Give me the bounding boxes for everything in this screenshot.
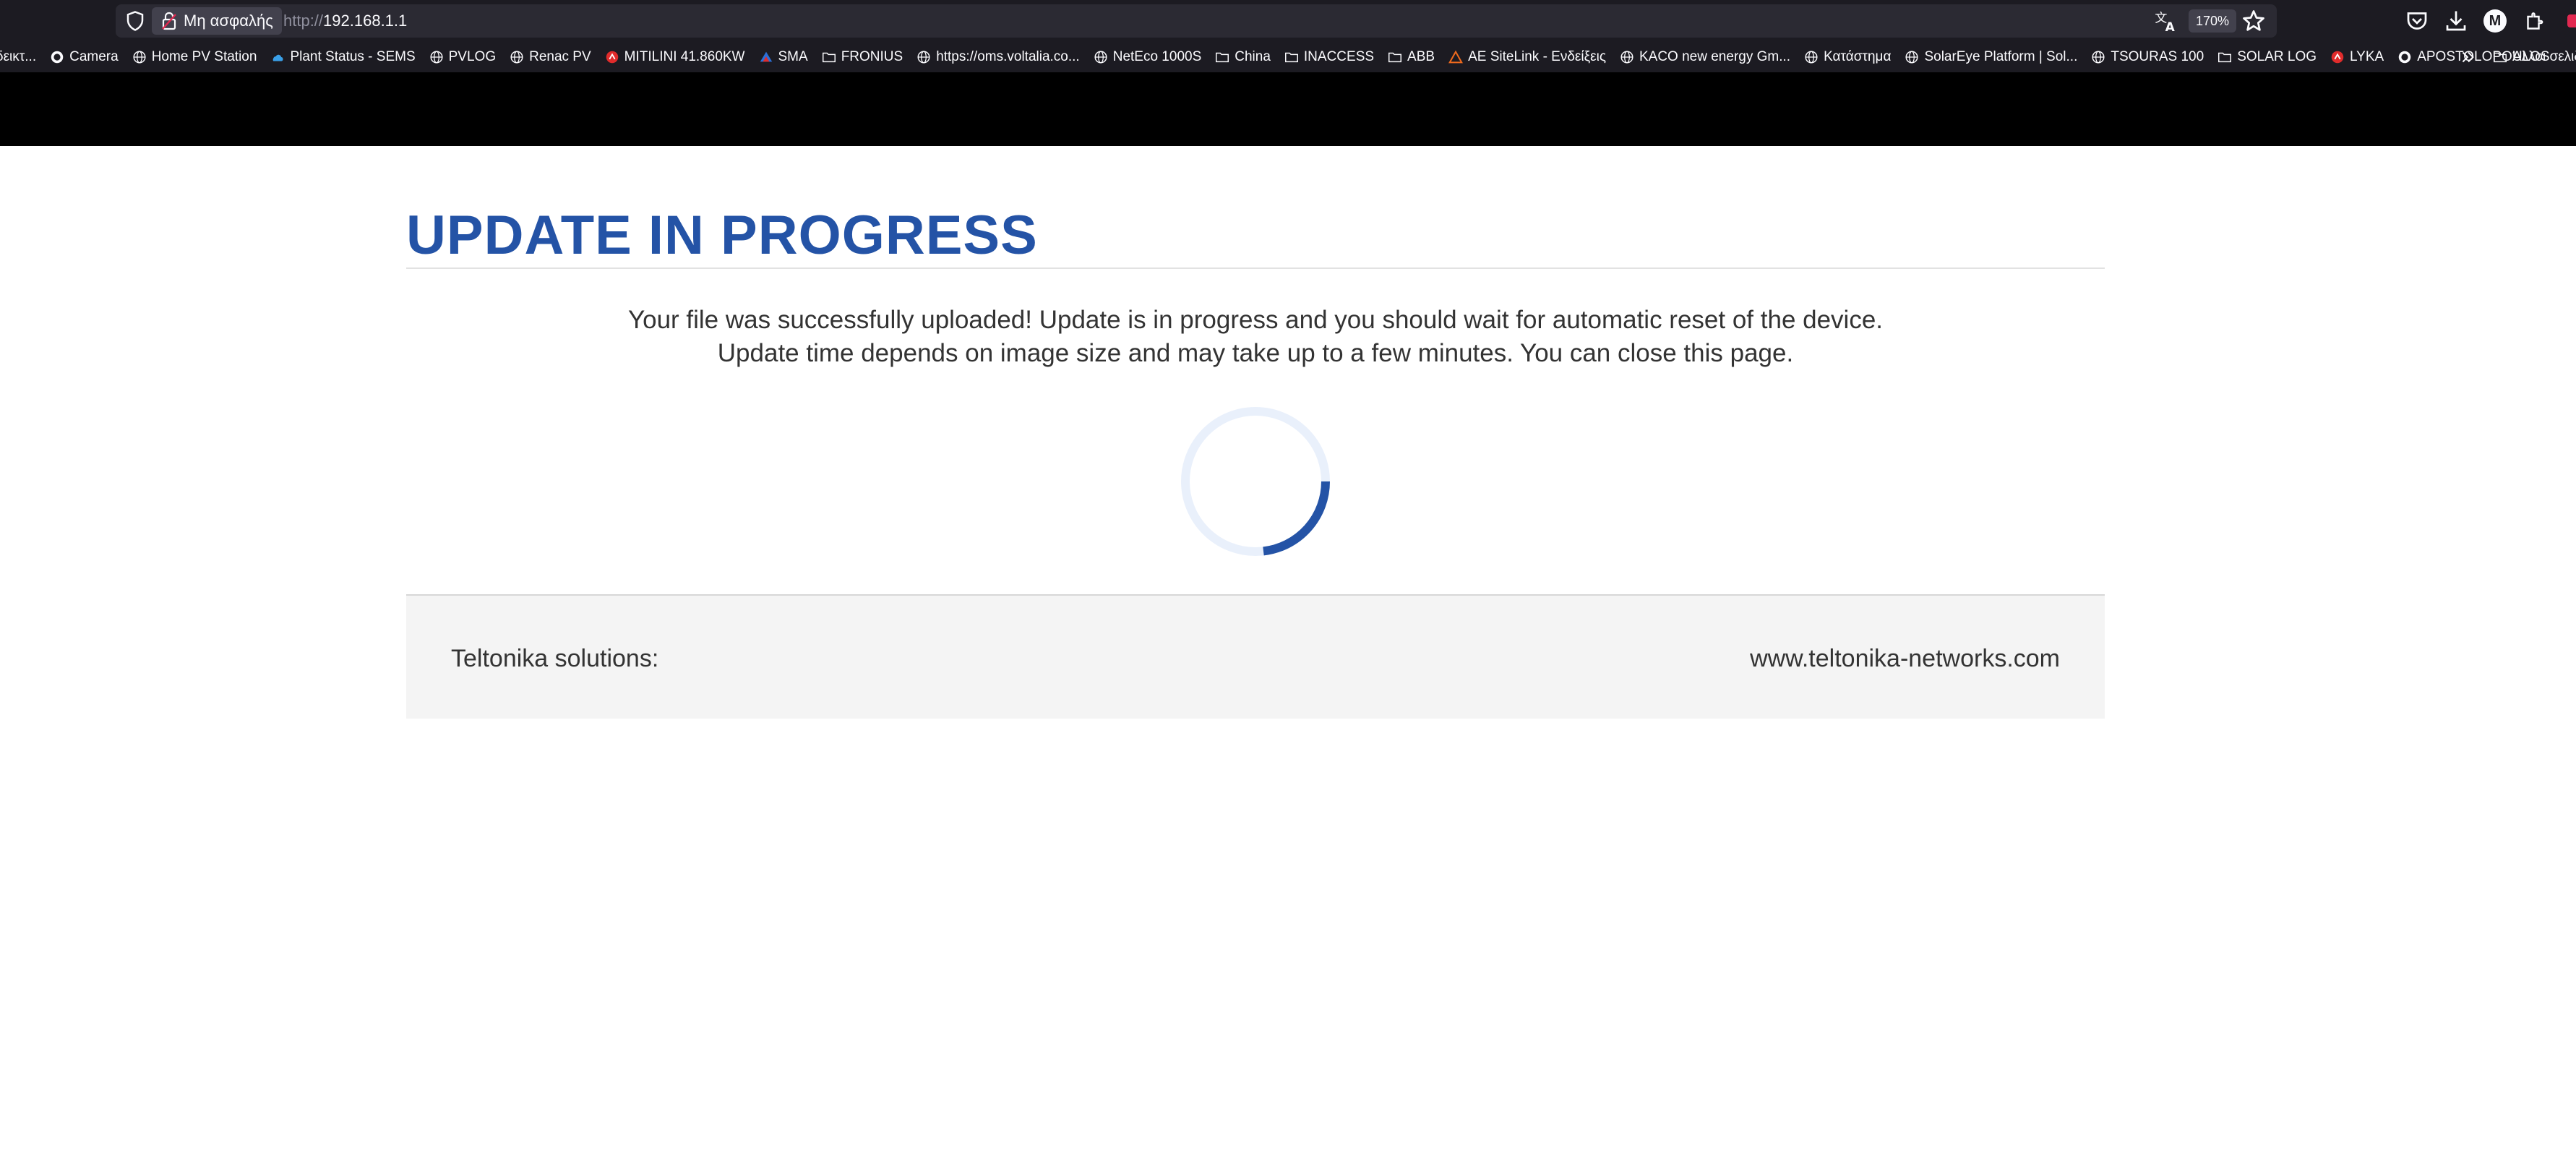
browser-chrome: Μη ασφαλής http://192.168.1.1 文 A 170% M… (0, 0, 2576, 72)
bookmark-item[interactable]: Renac PV (509, 42, 591, 72)
bookmark-item[interactable]: Camera (49, 42, 119, 72)
bookmark-label: FRONIUS (841, 49, 903, 64)
bookmark-label: ABB (1407, 49, 1435, 64)
bookmark-item[interactable]: PVLOG (429, 42, 496, 72)
bookmark-item[interactable]: KACO new energy Gm... (1619, 42, 1790, 72)
bookmark-label: MITILINI 41.860KW (624, 49, 745, 64)
bookmark-label: SOLAR LOG (2237, 49, 2317, 64)
bookmark-label: Renac PV (529, 49, 591, 64)
red-logo-icon (2331, 51, 2344, 64)
bookmark-item[interactable]: TSOURAS 100 (2090, 42, 2204, 72)
bookmark-item[interactable]: AE SiteLink - Ενδείξεις (1448, 42, 1606, 72)
bookmarks-list: δεικτ... Camera Home PV Station Plant Statu… (0, 42, 2563, 72)
bookmark-item[interactable]: Home PV Station (132, 42, 257, 72)
site-security-button[interactable]: Μη ασφαλής (152, 7, 282, 35)
globe-icon (917, 51, 930, 64)
bookmark-label: Plant Status - SEMS (290, 49, 416, 64)
insecure-lock-icon (162, 12, 176, 30)
message-line-1: Your file was successfully uploaded! Upd… (627, 306, 1884, 334)
folder-icon (2494, 52, 2507, 63)
folder-icon (1388, 52, 1402, 63)
bookmark-label: NetEco 1000S (1112, 49, 1202, 64)
spinner-arc (1263, 481, 1330, 556)
bookmark-item[interactable]: SolarEye Platform | Sol... (1904, 42, 2077, 72)
bookmark-label: https://oms.voltalia.co... (936, 49, 1080, 64)
bookmark-label: Home PV Station (151, 49, 257, 64)
translate-icon[interactable]: 文 A (2154, 9, 2178, 33)
bookmark-label: INACCESS (1303, 49, 1375, 64)
globe-icon (2092, 51, 2105, 64)
globe-icon (1805, 51, 1818, 64)
bookmark-label: KACO new energy Gm... (1639, 49, 1791, 64)
bookmark-item[interactable]: FRONIUS (821, 42, 903, 72)
downloads-icon[interactable] (2443, 8, 2469, 34)
page-header-band (0, 72, 2576, 146)
bookmark-label: AE SiteLink - Ενδείξεις (1468, 49, 1606, 64)
footer: Teltonika solutions: www.teltonika-netwo… (406, 596, 2105, 719)
folder-icon (2218, 52, 2232, 63)
extensions-icon[interactable] (2523, 8, 2549, 34)
footer-solutions-label: Teltonika solutions: (451, 645, 659, 672)
zoom-level-button[interactable]: 170% (2189, 9, 2237, 33)
bookmark-item[interactable]: INACCESS (1284, 42, 1374, 72)
other-bookmarks-label: Άλλοι σελιδ (2512, 49, 2576, 64)
bookmark-item[interactable]: δεικτ... (0, 42, 36, 72)
address-bar[interactable] (116, 4, 2277, 38)
ae-logo-icon (1448, 50, 1464, 64)
red-logo-icon (606, 51, 618, 64)
bookmark-item[interactable]: Plant Status - SEMS (270, 42, 416, 72)
bookmark-label: δεικτ... (0, 49, 37, 64)
folder-icon (1284, 52, 1298, 63)
site-icon (51, 51, 64, 64)
globe-icon (1620, 51, 1633, 64)
sma-logo-icon (760, 51, 772, 62)
url-text[interactable]: http://192.168.1.1 (283, 7, 407, 35)
account-avatar[interactable]: M (2483, 9, 2507, 33)
pocket-icon[interactable] (2404, 8, 2430, 34)
notification-badge (2567, 14, 2576, 27)
globe-icon (1905, 51, 1918, 64)
bookmark-item[interactable]: https://oms.voltalia.co... (916, 42, 1080, 72)
tracking-protection-shield-icon[interactable] (124, 10, 146, 32)
site-icon (2398, 51, 2411, 64)
page-title: UPDATE IN PROGRESS (406, 205, 1038, 266)
url-host: 192.168.1.1 (323, 12, 408, 30)
title-divider (406, 267, 2105, 269)
url-protocol: http:// (283, 12, 324, 30)
footer-website-link[interactable]: www.teltonika-networks.com (1750, 645, 2060, 673)
globe-icon (430, 51, 443, 64)
update-message: Your file was successfully uploaded! Upd… (406, 304, 2105, 370)
bookmark-label: SolarEye Platform | Sol... (1924, 49, 2078, 64)
bookmark-item[interactable]: NetEco 1000S (1093, 42, 1202, 72)
bookmark-label: PVLOG (448, 49, 497, 64)
toolbar: Μη ασφαλής http://192.168.1.1 文 A 170% M (0, 0, 2576, 42)
bookmark-item[interactable]: Κατάστημα (1803, 42, 1891, 72)
bookmark-star-icon[interactable] (2241, 8, 2267, 34)
globe-icon (510, 51, 523, 64)
bookmark-label: Camera (69, 49, 119, 64)
bookmark-label: TSOURAS 100 (2111, 49, 2204, 64)
loading-spinner (1181, 407, 1330, 556)
cloud-icon (273, 54, 283, 61)
security-label: Μη ασφαλής (184, 12, 273, 30)
bookmark-item[interactable]: China (1214, 42, 1271, 72)
bookmark-item[interactable]: MITILINI 41.860KW (604, 42, 745, 72)
bookmark-item[interactable]: SMA (758, 42, 808, 72)
bookmark-label: Κατάστημα (1824, 49, 1892, 64)
bookmarks-toolbar: δεικτ... Camera Home PV Station Plant Statu… (0, 42, 2576, 72)
bookmark-label: LYKA (2350, 49, 2384, 64)
folder-icon (822, 52, 836, 63)
bookmark-label: SMA (778, 49, 808, 64)
bookmark-item[interactable]: ABB (1387, 42, 1435, 72)
bookmarks-overflow-chevron-icon[interactable] (2459, 48, 2478, 67)
globe-icon (133, 51, 146, 64)
svg-text:A: A (2165, 20, 2176, 33)
message-line-2: Update time depends on image size and ma… (717, 339, 1794, 367)
globe-icon (1094, 51, 1107, 64)
bookmark-label: China (1235, 49, 1271, 64)
bookmark-item[interactable]: LYKA (2330, 42, 2384, 72)
other-bookmarks-folder[interactable]: Άλλοι σελιδ (2492, 42, 2576, 72)
folder-icon (1216, 52, 1229, 63)
bookmark-item[interactable]: SOLAR LOG (2217, 42, 2317, 72)
